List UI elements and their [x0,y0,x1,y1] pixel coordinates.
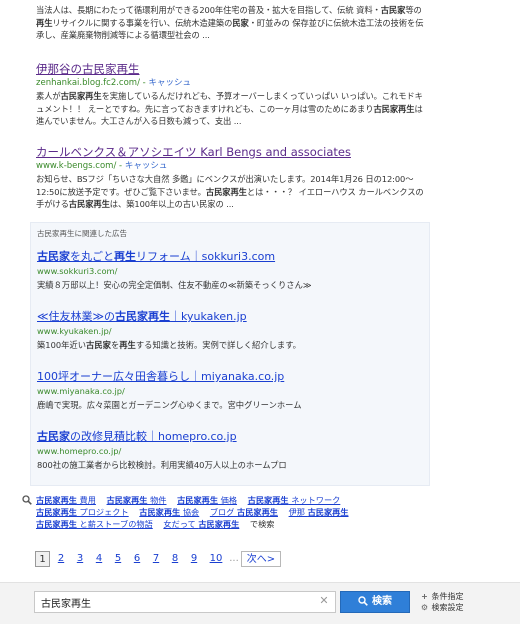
ad-url: www.homepro.co.jp/ [37,446,122,456]
related-row: 古民家再生 費用 古民家再生 物件 古民家再生 価格 古民家再生 ネットワーク [36,494,436,506]
related-link[interactable]: 古民家再生 価格 [177,494,237,506]
related-row: 古民家再生 プロジェクト 古民家再生 協会 ブログ 古民家再生 伊那 古民家再生 [36,506,436,518]
search-settings-link[interactable]: ⚙ 検索設定 [420,603,464,613]
ad-title-link[interactable]: ≪住友林業≫の古民家再生｜kyukaken.jp [37,310,247,323]
search-icon [22,495,32,505]
ad-description: 800社の施工業者から比較検討。利用実績40万人以上のホームプロ [37,460,287,470]
result-title-link[interactable]: カールベンクス＆アソシエイツ Karl Bengs and associates [36,145,351,159]
ad-url: www.kyukaken.jp/ [37,326,112,336]
page-link[interactable]: 2 [54,551,68,567]
bottom-search-bar: ✕ 検索 + 条件指定 ⚙ 検索設定 [0,582,520,624]
result-item: 伊那谷の古民家再生 zenhankai.blog.fc2.com/ - キャッシ… [36,58,426,128]
ad-title-link[interactable]: 古民家の改修見積比較｜homepro.co.jp [37,430,237,443]
ad-item: 100坪オーナー広々田舎暮らし｜miyanaka.co.jp www.miyan… [37,365,422,412]
ads-header: 古民家再生に関連した広告 [37,229,127,238]
advanced-conditions-label: 条件指定 [431,592,464,601]
related-link[interactable]: 女だって 古民家再生 [163,518,239,530]
ad-item: 古民家の改修見積比較｜homepro.co.jp www.homepro.co.… [37,425,422,472]
related-link[interactable]: 古民家再生 協会 [139,506,199,518]
result-item: 当法人は、長期にわたって循環利用ができる200年住宅の普及・拡大を目指して、伝統… [36,4,426,42]
search-button-label: 検索 [372,596,392,607]
result-item: カールベンクス＆アソシエイツ Karl Bengs and associates… [36,141,426,211]
page-ellipsis: ... [229,553,239,564]
result-url: zenhankai.blog.fc2.com/ - キャッシュ [36,77,426,90]
related-link[interactable]: 伊那 古民家再生 [289,506,349,518]
ad-url: www.miyanaka.co.jp/ [37,386,125,396]
search-input[interactable] [34,591,336,613]
advanced-conditions-link[interactable]: + 条件指定 [420,592,464,602]
search-button[interactable]: 検索 [340,591,410,613]
search-icon [358,596,368,606]
clear-icon[interactable]: ✕ [318,595,330,607]
page-link[interactable]: 7 [149,551,163,567]
page-link[interactable]: 3 [73,551,87,567]
related-link[interactable]: 古民家再生 費用 [36,494,96,506]
ad-description: 鹿嶋で実現。広々菜園とガーデニング心ゆくまで。宮中グリーンホーム [37,400,302,410]
result-url: www.k-bengs.com/ - キャッシュ [36,160,426,173]
search-settings-label: 検索設定 [431,603,464,612]
related-suffix: で検索 [249,519,275,529]
result-url-text: www.k-bengs.com/ [36,161,117,171]
result-snippet: お知らせ、BSフジ「ちいさな大自然 多鑑」にベンクスが出演いたします。2014年… [36,174,424,209]
related-link[interactable]: 古民家再生 プロジェクト [36,506,129,518]
cache-link[interactable]: キャッシュ [148,78,191,88]
page-link[interactable]: 10 [206,551,226,567]
ad-title-link[interactable]: 100坪オーナー広々田舎暮らし｜miyanaka.co.jp [37,370,284,383]
gear-icon: ⚙ [420,603,429,612]
cache-link[interactable]: キャッシュ [125,161,168,171]
result-snippet: 当法人は、長期にわたって循環利用ができる200年住宅の普及・拡大を目指して、伝統… [36,5,424,40]
related-row: 古民家再生 と薪ストーブの物語 女だって 古民家再生 で検索 [36,518,436,530]
page-link[interactable]: 4 [92,551,106,567]
related-link[interactable]: 古民家再生 と薪ストーブの物語 [36,518,153,530]
result-snippet: 素人が古民家再生を実施しているんだけれども、予算オーバーしまくっていっぱい いっ… [36,91,423,126]
result-title-link[interactable]: 伊那谷の古民家再生 [36,62,140,76]
page-link[interactable]: 5 [111,551,125,567]
ad-description: 築100年近い古民家を再生する知識と技術。実例で詳しく紹介します。 [37,340,301,350]
related-link[interactable]: ブログ 古民家再生 [210,506,278,518]
next-page-button[interactable]: 次へ> [241,551,281,567]
plus-icon: + [421,592,428,601]
page-current: 1 [35,551,50,567]
search-results-page: 当法人は、長期にわたって循環利用ができる200年住宅の普及・拡大を目指して、伝統… [0,0,520,624]
related-link[interactable]: 古民家再生 ネットワーク [248,494,341,506]
ad-title-link[interactable]: 古民家を丸ごと再生リフォーム｜sokkuri3.com [37,250,275,263]
related-link[interactable]: 古民家再生 物件 [107,494,167,506]
sponsored-ads-box: 古民家再生に関連した広告 古民家を丸ごと再生リフォーム｜sokkuri3.com… [30,222,430,486]
ad-description: 実績８万邸以上！安心の完全定価制、住友不動産の≪新築そっくりさん≫ [37,280,312,290]
ad-url: www.sokkuri3.com/ [37,266,118,276]
page-link[interactable]: 6 [130,551,144,567]
result-url-text: zenhankai.blog.fc2.com/ [36,78,140,88]
ad-item: 古民家を丸ごと再生リフォーム｜sokkuri3.com www.sokkuri3… [37,245,422,292]
ad-item: ≪住友林業≫の古民家再生｜kyukaken.jp www.kyukaken.jp… [37,305,422,352]
page-link[interactable]: 8 [168,551,182,567]
page-link[interactable]: 9 [187,551,201,567]
